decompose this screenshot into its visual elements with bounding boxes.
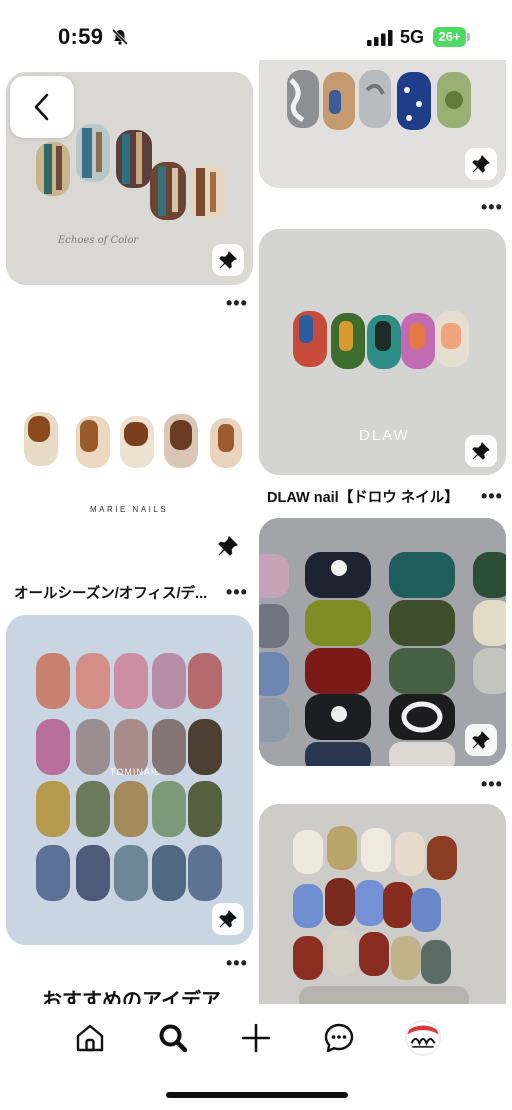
chevron-left-icon bbox=[34, 93, 49, 121]
pin-caption[interactable]: オールシーズン/オフィス/デ... bbox=[14, 582, 222, 603]
save-pin-button[interactable] bbox=[465, 435, 497, 467]
pushpin-icon[interactable] bbox=[218, 536, 238, 556]
nav-create-button[interactable] bbox=[236, 1018, 276, 1058]
pin-image bbox=[6, 615, 253, 945]
nav-home-button[interactable] bbox=[70, 1018, 110, 1058]
pin-watermark: TOMINAIL bbox=[110, 767, 161, 777]
pushpin-icon bbox=[472, 731, 490, 749]
bell-muted-icon bbox=[111, 28, 129, 46]
home-icon bbox=[76, 1024, 104, 1052]
pin-card-bottom-right[interactable] bbox=[259, 804, 506, 1008]
back-button[interactable] bbox=[10, 76, 74, 138]
save-pin-button[interactable] bbox=[465, 724, 497, 756]
home-indicator bbox=[166, 1092, 348, 1098]
status-time: 0:59 bbox=[58, 24, 104, 49]
pushpin-icon bbox=[472, 442, 490, 460]
nav-messages-button[interactable] bbox=[319, 1018, 359, 1058]
pin-caption[interactable]: DLAW nail【ドロウ ネイル】 bbox=[267, 486, 475, 507]
pin-watermark: DLAW bbox=[359, 427, 410, 444]
bottom-nav-bar bbox=[0, 1004, 512, 1110]
battery-tip bbox=[467, 33, 470, 41]
more-options-button[interactable]: ••• bbox=[226, 583, 248, 601]
search-icon bbox=[159, 1024, 188, 1053]
more-options-button[interactable]: ••• bbox=[481, 775, 503, 793]
plus-icon bbox=[241, 1023, 271, 1053]
pin-watermark: Echoes of Color bbox=[58, 235, 139, 246]
avatar bbox=[407, 1022, 439, 1054]
nav-search-button[interactable] bbox=[153, 1018, 193, 1058]
more-options-button[interactable]: ••• bbox=[226, 294, 248, 312]
more-options-button[interactable]: ••• bbox=[226, 954, 248, 972]
battery-indicator: 26+ bbox=[433, 27, 470, 47]
pin-card-top-right[interactable] bbox=[259, 60, 506, 188]
pushpin-icon bbox=[472, 155, 490, 173]
more-options-button[interactable]: ••• bbox=[481, 198, 503, 216]
pin-card-tominail[interactable]: TOMINAIL bbox=[6, 615, 253, 945]
battery-level: 26+ bbox=[433, 27, 466, 47]
nav-profile-avatar[interactable] bbox=[405, 1020, 441, 1056]
pushpin-icon bbox=[219, 910, 237, 928]
save-pin-button[interactable] bbox=[465, 148, 497, 180]
pin-card-dlaw[interactable]: DLAW bbox=[259, 229, 506, 475]
pin-image bbox=[6, 312, 253, 522]
save-pin-button[interactable] bbox=[212, 244, 244, 276]
more-options-button[interactable]: ••• bbox=[481, 487, 503, 505]
pin-image bbox=[259, 804, 506, 1008]
network-type: 5G bbox=[400, 27, 425, 47]
chat-bubble-icon bbox=[324, 1023, 354, 1053]
pushpin-icon bbox=[219, 251, 237, 269]
pin-watermark: MARIE NAILS bbox=[90, 505, 169, 514]
pin-card-marie[interactable]: MARIE NAILS bbox=[6, 312, 253, 562]
save-pin-button[interactable] bbox=[212, 903, 244, 935]
cellular-signal-icon bbox=[367, 30, 393, 46]
pin-card-grid-right[interactable] bbox=[259, 518, 506, 766]
